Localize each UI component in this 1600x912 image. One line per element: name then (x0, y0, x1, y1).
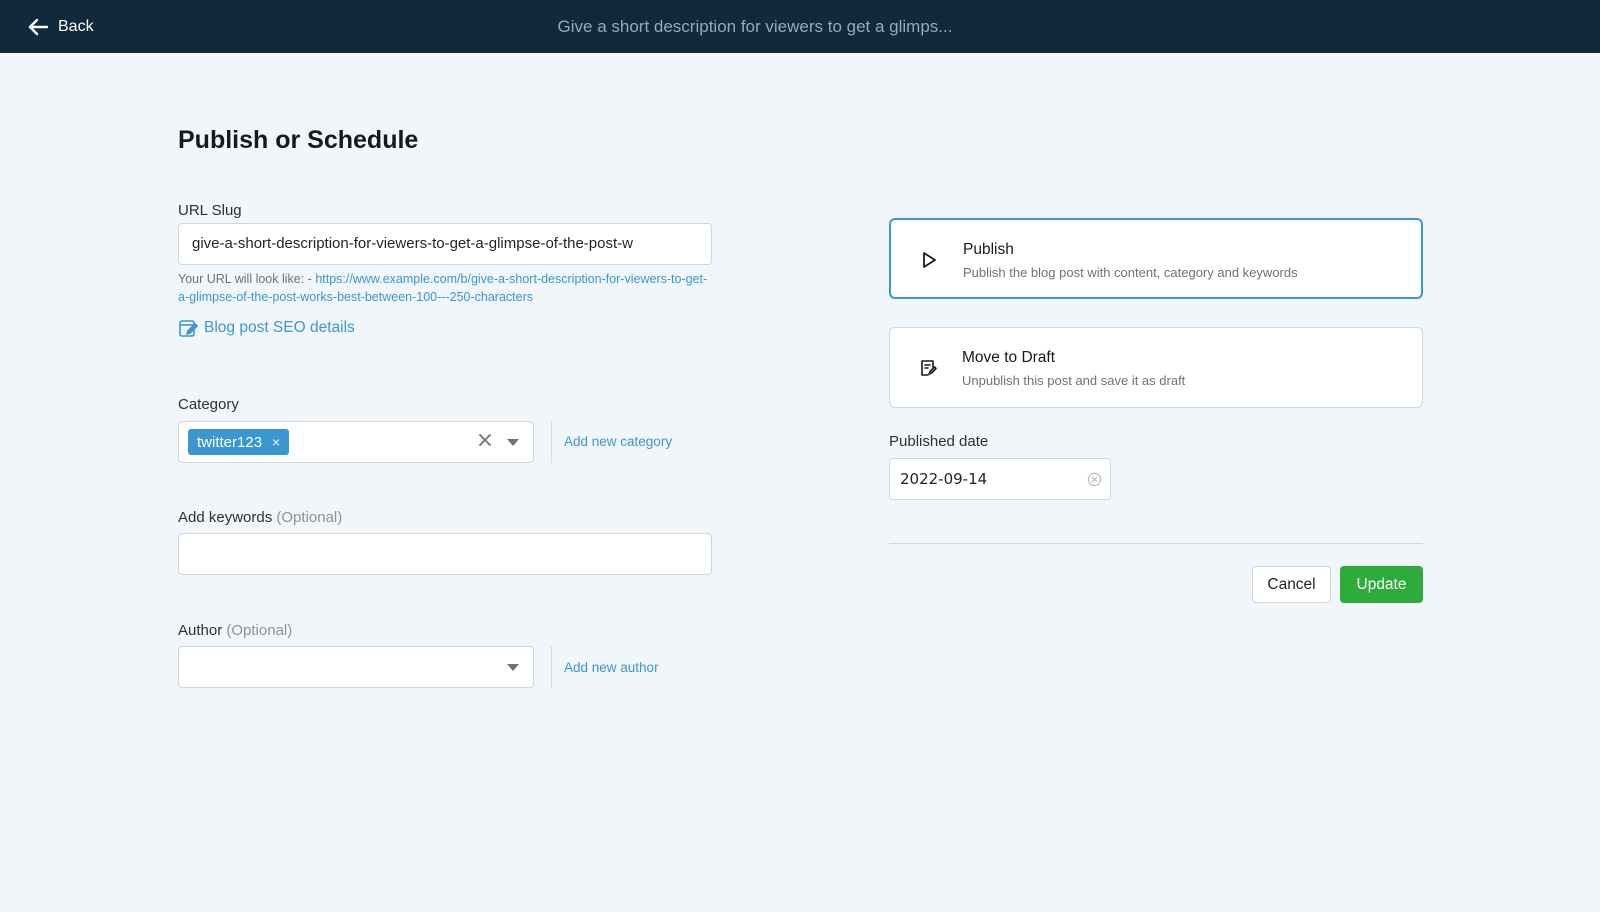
close-icon[interactable] (477, 432, 493, 448)
url-preview-hint: Your URL will look like: - https://www.e… (178, 270, 718, 306)
top-bar: Back Give a short description for viewer… (0, 0, 1600, 53)
author-optional: (Optional) (226, 622, 293, 639)
add-category-link[interactable]: Add new category (564, 434, 672, 449)
url-hint-prefix: Your URL will look like: - (178, 272, 316, 286)
page-title: Publish or Schedule (178, 126, 419, 154)
edit-document-icon (179, 320, 198, 337)
author-label: Author (Optional) (178, 622, 292, 639)
divider (551, 421, 552, 463)
play-icon (923, 252, 936, 268)
seo-details-link[interactable]: Blog post SEO details (178, 318, 355, 338)
category-select[interactable]: twitter123 × (178, 421, 534, 463)
draft-description: Unpublish this post and save it as draft (962, 373, 1186, 388)
tag-remove-icon[interactable]: × (272, 434, 280, 450)
chevron-down-icon[interactable] (507, 664, 519, 671)
update-button[interactable]: Update (1340, 566, 1423, 603)
keywords-optional: (Optional) (276, 509, 343, 526)
category-tag: twitter123 × (188, 429, 290, 455)
publish-title: Publish (963, 241, 1014, 258)
published-date-label: Published date (889, 433, 989, 450)
clear-date-icon[interactable] (1087, 472, 1102, 487)
divider (551, 646, 552, 688)
divider (889, 543, 1423, 544)
category-label: Category (178, 396, 239, 413)
draft-title: Move to Draft (962, 349, 1056, 366)
published-date-value: 2022-09-14 (900, 470, 988, 488)
seo-link-label: Blog post SEO details (204, 319, 355, 336)
publish-description: Publish the blog post with content, cate… (963, 265, 1298, 280)
publish-option[interactable]: Publish Publish the blog post with conte… (889, 218, 1423, 299)
cancel-button[interactable]: Cancel (1252, 566, 1331, 603)
move-to-draft-option[interactable]: Move to Draft Unpublish this post and sa… (889, 327, 1423, 408)
keywords-input[interactable] (178, 533, 712, 575)
url-slug-label: URL Slug (178, 202, 242, 219)
keywords-label-text: Add keywords (178, 509, 273, 526)
draft-icon (921, 360, 937, 376)
keywords-label: Add keywords (Optional) (178, 509, 342, 526)
category-tag-label: twitter123 (197, 433, 263, 451)
post-title: Give a short description for viewers to … (557, 17, 953, 36)
published-date-input[interactable]: 2022-09-14 (889, 458, 1111, 500)
author-select[interactable] (178, 646, 534, 688)
author-label-text: Author (178, 622, 223, 639)
chevron-down-icon[interactable] (507, 439, 519, 446)
url-slug-input[interactable]: give-a-short-description-for-viewers-to-… (178, 223, 712, 265)
add-author-link[interactable]: Add new author (564, 660, 659, 675)
